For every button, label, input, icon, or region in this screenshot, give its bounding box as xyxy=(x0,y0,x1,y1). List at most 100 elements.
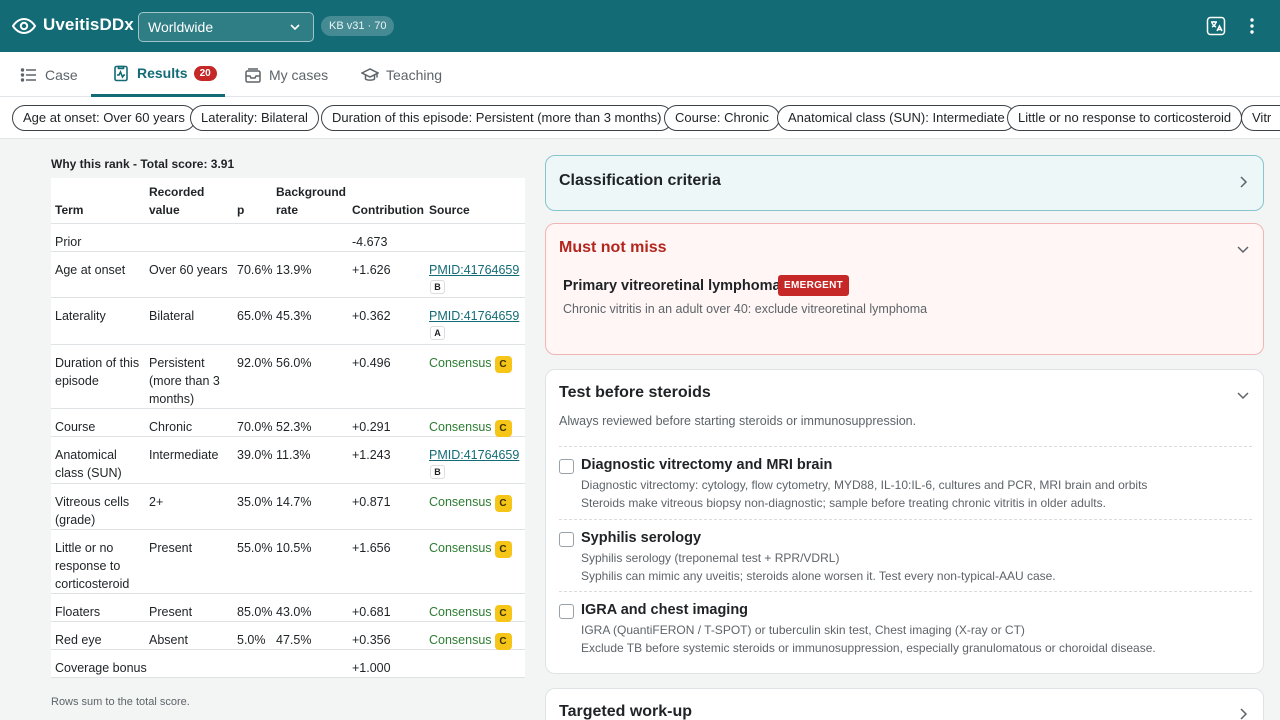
tab-results[interactable]: Results 20 xyxy=(91,52,225,97)
chevron-right-icon xyxy=(1240,708,1248,720)
test-name: Syphilis serology xyxy=(581,530,702,546)
classification-title: Classification criteria xyxy=(559,172,721,189)
col-p: p xyxy=(237,203,245,217)
background-rate-cell: 56.0% xyxy=(276,356,312,370)
table-row: Laterality Bilateral 65.0% 45.3% +0.362 PMID:… xyxy=(51,298,525,345)
contribution-cell: +1.656 xyxy=(352,541,391,555)
recorded-value-cell: Persistent (more than 3 months) xyxy=(149,356,220,406)
consensus-source: Consensus xyxy=(429,495,492,509)
translate-icon[interactable] xyxy=(1206,16,1226,36)
test-before-steroids-card: Test before steroids Always reviewed bef… xyxy=(545,369,1264,674)
contribution-cell: -4.673 xyxy=(352,235,388,249)
table-row: Floaters Present 85.0% 43.0% +0.681 Consensus… xyxy=(51,594,525,622)
contribution-cell: +0.291 xyxy=(352,420,391,434)
classification-criteria-card[interactable]: Classification criteria xyxy=(545,155,1264,211)
source-cell: Consensus C xyxy=(429,493,512,512)
evidence-grade-badge: C xyxy=(494,420,512,437)
emergent-badge: EMERGENT xyxy=(778,275,850,296)
chip-course[interactable]: Course: Chronic xyxy=(664,105,780,131)
term-cell: Floaters xyxy=(55,605,101,619)
background-rate-cell: 45.3% xyxy=(276,309,312,323)
test-before-steroids-subtitle: Always reviewed before starting steroids… xyxy=(559,414,917,428)
p-cell: 65.0% xyxy=(237,309,273,323)
chip-laterality[interactable]: Laterality: Bilateral xyxy=(190,105,319,131)
chip-age-at-onset[interactable]: Age at onset: Over 60 years xyxy=(12,105,196,131)
contribution-cell: +0.871 xyxy=(352,495,391,509)
app-title: UveitisDDx xyxy=(43,15,134,34)
evidence-grade-badge: C xyxy=(494,605,512,622)
case-findings-chips: Age at onset: Over 60 years Laterality: … xyxy=(0,97,1280,139)
term-cell: Duration of this episode xyxy=(55,356,140,388)
background-rate-cell: 13.9% xyxy=(276,263,312,277)
source-cell: Consensus C xyxy=(429,354,512,373)
tab-my-cases[interactable]: My cases xyxy=(244,52,328,97)
list-icon xyxy=(20,67,36,82)
table-row: Little or no response to corticosteroid P… xyxy=(51,530,525,594)
region-select[interactable]: Worldwide xyxy=(138,12,314,42)
test-item-syphilis: Syphilis serology Syphilis serology (tre… xyxy=(559,519,1252,591)
test-item-vitrectomy: Diagnostic vitrectomy and MRI brain Diag… xyxy=(559,446,1252,518)
table-row: Coverage bonus +1.000 xyxy=(51,650,525,678)
targeted-workup-card[interactable]: Targeted work-up xyxy=(545,688,1264,720)
results-count-badge: 20 xyxy=(193,65,217,81)
table-row: Vitreous cells (grade) 2+ 35.0% 14.7% +0.871… xyxy=(51,484,525,530)
clipboard-pulse-icon xyxy=(114,65,128,82)
test-detail: Diagnostic vitrectomy: cytology, flow cy… xyxy=(581,478,1148,492)
tab-my-cases-label: My cases xyxy=(269,66,329,83)
evidence-grade-badge: C xyxy=(494,541,512,558)
p-cell: 70.6% xyxy=(237,263,273,277)
table-row: Anatomical class (SUN) Intermediate 39.0% 1… xyxy=(51,437,525,484)
source-cell: Consensus C xyxy=(429,539,512,558)
chevron-right-icon xyxy=(1240,176,1248,188)
term-cell: Prior xyxy=(55,235,82,249)
background-rate-cell: 11.3% xyxy=(276,448,311,462)
tab-case[interactable]: Case xyxy=(20,52,78,97)
test-checkbox[interactable] xyxy=(559,459,574,474)
score-title: Why this rank - Total score: 3.91 xyxy=(51,157,235,171)
contribution-cell: +1.626 xyxy=(352,263,391,277)
col-contribution: Contribution xyxy=(352,203,424,217)
chip-steroid-response[interactable]: Little or no response to corticosteroid xyxy=(1007,105,1243,131)
chip-anatomical-class[interactable]: Anatomical class (SUN): Intermediate xyxy=(777,105,1016,131)
term-cell: Age at onset xyxy=(55,263,126,277)
eye-icon xyxy=(12,17,36,35)
kb-version-badge: KB v31 · 70 xyxy=(321,16,395,36)
evidence-grade-badge: B xyxy=(430,280,445,294)
test-name: Diagnostic vitrectomy and MRI brain xyxy=(581,457,833,473)
table-row: Duration of this episode Persistent (more… xyxy=(51,345,525,409)
tab-teaching[interactable]: Teaching xyxy=(361,52,442,97)
chevron-down-icon[interactable] xyxy=(1236,388,1250,402)
chevron-down-icon xyxy=(290,24,300,31)
consensus-source: Consensus xyxy=(429,605,492,619)
pmid-link[interactable]: PMID:41764659 xyxy=(429,263,519,277)
chip-vitreous-cells[interactable]: Vitr xyxy=(1241,105,1280,131)
targeted-workup-title: Targeted work-up xyxy=(559,703,693,720)
recorded-value-cell: Present xyxy=(149,605,193,619)
term-cell: Coverage bonus xyxy=(55,661,147,675)
recorded-value-cell: Bilateral xyxy=(149,309,195,323)
test-detail: IGRA (QuantiFERON / T-SPOT) or tuberculi… xyxy=(581,623,1025,637)
tab-teaching-label: Teaching xyxy=(386,66,443,83)
source-cell: PMID:41764659 xyxy=(429,307,519,325)
test-reason: Exclude TB before systemic steroids or i… xyxy=(581,641,1156,655)
table-row: Prior -4.673 xyxy=(51,224,525,252)
more-vert-icon[interactable] xyxy=(1242,16,1262,36)
chevron-down-icon[interactable] xyxy=(1236,242,1250,256)
score-table: Term Recorded value p Background rate Co… xyxy=(51,178,525,678)
contribution-cell: +0.356 xyxy=(352,633,391,647)
test-detail: Syphilis serology (treponemal test + RPR… xyxy=(581,551,840,565)
p-cell: 39.0% xyxy=(237,448,273,462)
test-checkbox[interactable] xyxy=(559,532,574,547)
pmid-link[interactable]: PMID:41764659 xyxy=(429,448,519,462)
tab-bar: Case Results 20 My cases Teaching xyxy=(0,52,1280,97)
evidence-grade-badge: A xyxy=(430,326,445,340)
table-row: Age at onset Over 60 years 70.6% 13.9% +1.62… xyxy=(51,252,525,298)
consensus-source: Consensus xyxy=(429,420,492,434)
pmid-link[interactable]: PMID:41764659 xyxy=(429,309,519,323)
chip-duration[interactable]: Duration of this episode: Persistent (mo… xyxy=(321,105,673,131)
test-checkbox[interactable] xyxy=(559,604,574,619)
test-reason: Steroids make vitreous biopsy non-diagno… xyxy=(581,496,1106,510)
table-row: Course Chronic 70.0% 52.3% +0.291 Consensus C xyxy=(51,409,525,437)
background-rate-cell: 52.3% xyxy=(276,420,312,434)
test-name: IGRA and chest imaging xyxy=(581,602,749,618)
